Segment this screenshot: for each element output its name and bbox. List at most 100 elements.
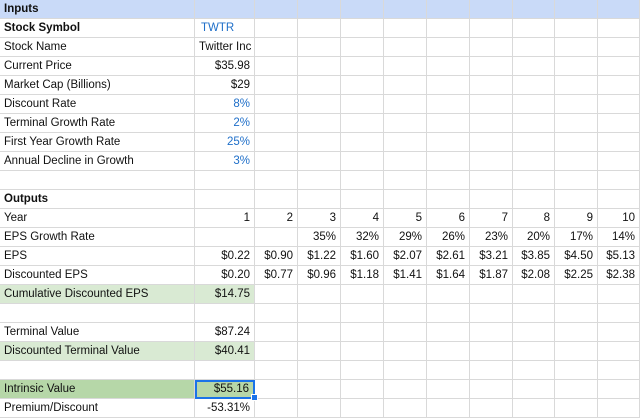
empty-cell[interactable] (427, 133, 470, 152)
empty-cell[interactable] (384, 57, 427, 76)
empty-cell[interactable] (598, 133, 640, 152)
eps-cell[interactable]: $4.50 (555, 247, 598, 266)
eps-growth-cell[interactable]: 17% (555, 228, 598, 247)
first-year-growth-cell[interactable]: 25% (195, 133, 255, 152)
empty-cell[interactable] (470, 190, 513, 209)
eps-growth-cell[interactable]: 32% (341, 228, 384, 247)
terminal-value-cell[interactable]: $87.24 (195, 323, 255, 342)
empty-cell[interactable] (384, 19, 427, 38)
empty-cell[interactable] (555, 190, 598, 209)
empty-cell[interactable] (0, 361, 195, 380)
empty-cell[interactable] (341, 95, 384, 114)
empty-cell[interactable] (427, 342, 470, 361)
empty-cell[interactable] (298, 304, 341, 323)
eps-growth-cell[interactable] (195, 228, 255, 247)
empty-cell[interactable] (298, 19, 341, 38)
empty-cell[interactable] (255, 399, 298, 418)
spreadsheet-grid[interactable]: Inputs Stock Symbol TWTR Stock Name Twit… (0, 0, 640, 418)
empty-cell[interactable] (513, 57, 555, 76)
empty-cell[interactable] (427, 171, 470, 190)
empty-cell[interactable] (255, 38, 298, 57)
empty-cell[interactable] (341, 19, 384, 38)
empty-cell[interactable] (255, 152, 298, 171)
input-label-cell[interactable]: First Year Growth Rate (0, 133, 195, 152)
empty-cell[interactable] (470, 380, 513, 399)
eps-cell[interactable]: $0.22 (195, 247, 255, 266)
empty-cell[interactable] (470, 361, 513, 380)
eps-growth-cell[interactable]: 20% (513, 228, 555, 247)
empty-cell[interactable] (555, 399, 598, 418)
eps-growth-cell[interactable]: 26% (427, 228, 470, 247)
empty-cell[interactable] (427, 57, 470, 76)
empty-cell[interactable] (470, 0, 513, 19)
empty-cell[interactable] (555, 114, 598, 133)
input-label-cell[interactable]: Market Cap (Billions) (0, 76, 195, 95)
empty-cell[interactable] (513, 76, 555, 95)
empty-cell[interactable] (384, 323, 427, 342)
empty-cell[interactable] (0, 304, 195, 323)
empty-cell[interactable] (513, 323, 555, 342)
empty-cell[interactable] (470, 304, 513, 323)
empty-cell[interactable] (384, 361, 427, 380)
empty-cell[interactable] (427, 361, 470, 380)
discounted-eps-cell[interactable]: $0.77 (255, 266, 298, 285)
terminal-growth-cell[interactable]: 2% (195, 114, 255, 133)
empty-cell[interactable] (255, 76, 298, 95)
empty-cell[interactable] (598, 114, 640, 133)
empty-cell[interactable] (255, 304, 298, 323)
empty-cell[interactable] (513, 342, 555, 361)
empty-cell[interactable] (470, 323, 513, 342)
empty-cell[interactable] (298, 342, 341, 361)
empty-cell[interactable] (598, 380, 640, 399)
empty-cell[interactable] (555, 171, 598, 190)
empty-cell[interactable] (341, 171, 384, 190)
empty-cell[interactable] (598, 399, 640, 418)
empty-cell[interactable] (470, 57, 513, 76)
eps-growth-cell[interactable]: 14% (598, 228, 640, 247)
empty-cell[interactable] (555, 285, 598, 304)
empty-cell[interactable] (470, 38, 513, 57)
cumulative-discounted-eps-label-cell[interactable]: Cumulative Discounted EPS (0, 285, 195, 304)
empty-cell[interactable] (427, 114, 470, 133)
empty-cell[interactable] (255, 95, 298, 114)
empty-cell[interactable] (598, 304, 640, 323)
intrinsic-value-label-cell[interactable]: Intrinsic Value (0, 380, 195, 399)
empty-cell[interactable] (598, 95, 640, 114)
empty-cell[interactable] (341, 380, 384, 399)
empty-cell[interactable] (555, 38, 598, 57)
empty-cell[interactable] (341, 342, 384, 361)
eps-cell[interactable]: $0.90 (255, 247, 298, 266)
empty-cell[interactable] (255, 114, 298, 133)
eps-cell[interactable]: $1.60 (341, 247, 384, 266)
empty-cell[interactable] (384, 399, 427, 418)
empty-cell[interactable] (298, 399, 341, 418)
empty-cell[interactable] (555, 361, 598, 380)
empty-cell[interactable] (298, 323, 341, 342)
empty-cell[interactable] (427, 0, 470, 19)
terminal-value-label-cell[interactable]: Terminal Value (0, 323, 195, 342)
empty-cell[interactable] (555, 304, 598, 323)
empty-cell[interactable] (427, 19, 470, 38)
empty-cell[interactable] (255, 0, 298, 19)
input-label-cell[interactable]: Terminal Growth Rate (0, 114, 195, 133)
empty-cell[interactable] (513, 285, 555, 304)
empty-cell[interactable] (598, 19, 640, 38)
stock-symbol-cell[interactable]: TWTR (195, 19, 255, 38)
empty-cell[interactable] (427, 380, 470, 399)
empty-cell[interactable] (470, 285, 513, 304)
year-cell[interactable]: 8 (513, 209, 555, 228)
year-cell[interactable]: 6 (427, 209, 470, 228)
empty-cell[interactable] (427, 76, 470, 95)
empty-cell[interactable] (555, 380, 598, 399)
empty-cell[interactable] (427, 190, 470, 209)
empty-cell[interactable] (341, 38, 384, 57)
empty-cell[interactable] (384, 38, 427, 57)
eps-cell[interactable]: $5.13 (598, 247, 640, 266)
empty-cell[interactable] (255, 342, 298, 361)
empty-cell[interactable] (513, 95, 555, 114)
discounted-eps-cell[interactable]: $0.20 (195, 266, 255, 285)
empty-cell[interactable] (341, 190, 384, 209)
empty-cell[interactable] (195, 190, 255, 209)
current-price-cell[interactable]: $35.98 (195, 57, 255, 76)
empty-cell[interactable] (255, 323, 298, 342)
